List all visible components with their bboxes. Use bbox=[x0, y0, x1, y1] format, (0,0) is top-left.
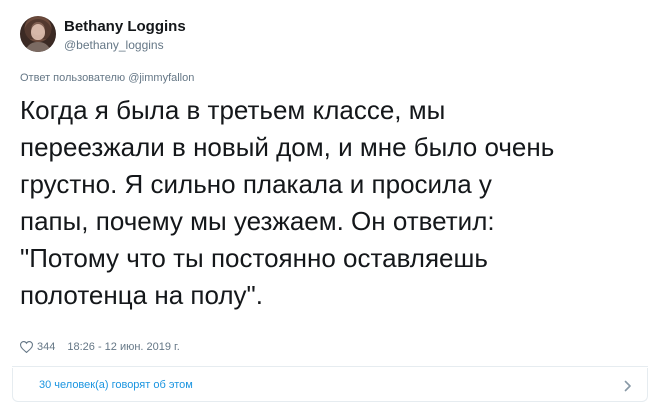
reply-context: Ответ пользователю @jimmyfallon bbox=[20, 72, 194, 84]
tweet-text: Когда я была в третьем классе, мы переез… bbox=[20, 95, 555, 310]
chevron-right-icon[interactable] bbox=[623, 379, 633, 391]
tweet-timestamp[interactable]: 18:26 - 12 июн. 2019 г. bbox=[67, 341, 179, 353]
author-handle[interactable]: @bethany_loggins bbox=[64, 38, 164, 52]
conversation-bar[interactable]: 30 человек(а) говорят об этом bbox=[12, 368, 648, 402]
likes-count: 344 bbox=[37, 341, 56, 353]
tweet-card: Bethany Loggins @bethany_loggins Ответ п… bbox=[0, 0, 660, 405]
reply-prefix: Ответ пользователю bbox=[20, 72, 126, 84]
author-name[interactable]: Bethany Loggins bbox=[64, 18, 186, 35]
avatar-face bbox=[31, 24, 45, 40]
avatar-shirt bbox=[25, 42, 51, 52]
tweet-meta: 344 18:26 - 12 июн. 2019 г. bbox=[19, 341, 180, 354]
avatar[interactable] bbox=[20, 16, 56, 52]
conversation-link[interactable]: 30 человек(а) говорят об этом bbox=[39, 379, 193, 391]
reply-mention-link[interactable]: @jimmyfallon bbox=[128, 72, 194, 84]
heart-icon[interactable] bbox=[19, 341, 34, 354]
divider bbox=[12, 366, 648, 367]
